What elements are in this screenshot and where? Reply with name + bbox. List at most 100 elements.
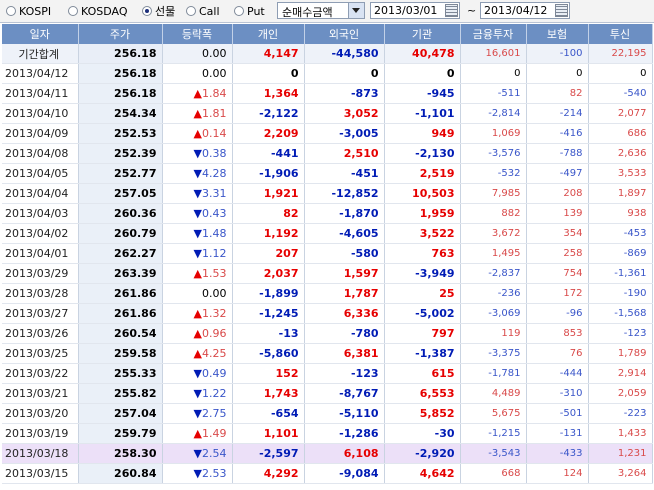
cell-investment-trust-value: 1,789 (617, 348, 647, 359)
table-row[interactable]: 2013/04/05 252.77 ▼4.28 -1,906 -451 2,519 -532… (2, 163, 653, 184)
cell-date-value: 2013/04/09 (5, 127, 69, 140)
cell-foreign-value: -580 (350, 247, 379, 260)
table-row[interactable]: 2013/03/29 263.39 ▲1.53 2,037 1,597 -3,949 -2,… (2, 263, 653, 284)
table-total-row[interactable]: 기간합계 256.18 0.00 4,147 -44,580 40,478 16,601 -1… (2, 44, 653, 64)
cell-date: 2013/04/04 (2, 183, 79, 204)
cell-price-value: 256.18 (114, 67, 157, 80)
table-row[interactable]: 2013/04/08 252.39 ▼0.38 -441 2,510 -2,130 -3,5… (2, 143, 653, 164)
cell-foreign-value: 6,336 (343, 307, 379, 320)
cell-investment-trust: 1,897 (588, 183, 653, 204)
cell-price: 261.86 (78, 283, 163, 304)
cell-change: ▼2.53 (162, 463, 233, 484)
cell-change-value: 1.84 (202, 87, 227, 100)
table-row[interactable]: 2013/04/04 257.05 ▼3.31 1,921 -12,852 10,503 7… (2, 183, 653, 204)
calendar-icon[interactable] (445, 4, 458, 17)
cell-individual-value: 1,192 (263, 227, 299, 240)
table-row[interactable]: 2013/03/15 260.84 ▼2.53 4,292 -9,084 4,642 668… (2, 463, 653, 484)
column-header-change[interactable]: 등락폭 (162, 24, 233, 44)
cell-insurance: -788 (526, 143, 589, 164)
table-row[interactable]: 2013/04/02 260.79 ▼1.48 1,192 -4,605 3,522 3,6… (2, 223, 653, 244)
cell-price: 257.04 (78, 403, 163, 424)
table-row[interactable]: 2013/04/11 256.18 ▲1.84 1,364 -873 -945 -511 82… (2, 83, 653, 104)
column-header-financial-investment[interactable]: 금융투자 (460, 24, 527, 44)
column-header-investment-trust[interactable]: 투신 (588, 24, 653, 44)
table-row[interactable]: 2013/03/27 261.86 ▲1.32 -1,245 6,336 -5,002 -3… (2, 303, 653, 324)
cell-price-value: 260.36 (114, 207, 157, 220)
cell-financial-investment: -3,375 (460, 343, 527, 364)
start-date-field[interactable]: 2013/03/01 (370, 2, 460, 19)
radio-dot-icon (234, 6, 244, 16)
cell-foreign: -780 (304, 323, 385, 344)
end-date-value: 2013/04/12 (484, 4, 548, 17)
amount-type-select[interactable]: 순매수금액 (277, 2, 365, 19)
cell-individual: 1,921 (232, 183, 305, 204)
cell-date-value: 2013/04/01 (5, 247, 69, 260)
radio-put[interactable]: Put (234, 3, 265, 19)
cell-price-value: 263.39 (114, 267, 157, 280)
end-date-field[interactable]: 2013/04/12 (480, 2, 570, 19)
cell-investment-trust: 2,914 (588, 363, 653, 384)
cell-investment-trust-value: 2,077 (617, 108, 647, 119)
cell-insurance-value: -788 (559, 148, 583, 159)
cell-change: ▼0.38 (162, 143, 233, 164)
table-row[interactable]: 2013/04/10 254.34 ▲1.81 -2,122 3,052 -1,101 -2… (2, 103, 653, 124)
cell-change: ▼4.28 (162, 163, 233, 184)
cell-change-value: 4.28 (202, 167, 227, 180)
cell-change: ▼2.75 (162, 403, 233, 424)
table-row[interactable]: 2013/04/12 256.18 0.00 0 0 0 0 0 0 (2, 63, 653, 84)
cell-foreign: -1,286 (304, 423, 385, 444)
calendar-icon[interactable] (555, 4, 568, 17)
radio-call[interactable]: Call (186, 3, 220, 19)
cell-date: 2013/03/28 (2, 283, 79, 304)
table-row[interactable]: 2013/04/09 252.53 ▲0.14 2,209 -3,005 949 1,069… (2, 123, 653, 144)
column-header-individual[interactable]: 개인 (232, 24, 305, 44)
cell-date: 2013/03/26 (2, 323, 79, 344)
table-row[interactable]: 2013/03/19 259.79 ▲1.49 1,101 -1,286 -30 -1,21… (2, 423, 653, 444)
cell-date: 2013/03/25 (2, 343, 79, 364)
column-header-insurance[interactable]: 보험 (526, 24, 589, 44)
radio-kospi[interactable]: KOSPI (6, 3, 51, 19)
table-row[interactable]: 2013/03/26 260.54 ▲0.96 -13 -780 797 119 853 -12… (2, 323, 653, 344)
cell-date-value: 2013/04/05 (5, 167, 69, 180)
column-header-price[interactable]: 주가 (78, 24, 163, 44)
cell-investment-trust-value: -190 (623, 288, 647, 299)
triangle-up-icon: ▲ (193, 327, 202, 340)
column-header-institution[interactable]: 기관 (384, 24, 461, 44)
cell-individual: 1,743 (232, 383, 305, 404)
table-row[interactable]: 2013/03/22 255.33 ▼0.49 152 -123 615 -1,781 -44… (2, 363, 653, 384)
cell-date: 2013/04/10 (2, 103, 79, 124)
cell-foreign-value: 3,052 (343, 107, 379, 120)
column-header-foreign[interactable]: 외국인 (304, 24, 385, 44)
cell-investment-trust-value: 3,533 (617, 168, 647, 179)
cell-institution-value: -1,387 (415, 347, 455, 360)
radio-futures[interactable]: 선물 (142, 3, 175, 19)
column-header-date[interactable]: 일자 (2, 24, 79, 44)
cell-financial-investment-value: 16,601 (485, 48, 521, 59)
triangle-up-icon: ▲ (193, 427, 202, 440)
chevron-down-icon[interactable] (348, 3, 364, 18)
cell-financial-investment-value: -3,069 (488, 308, 521, 319)
cell-insurance-value: -444 (559, 368, 583, 379)
radio-dot-icon (6, 6, 16, 16)
table-row[interactable]: 2013/03/21 255.82 ▼1.22 1,743 -8,767 6,553 4,4… (2, 383, 653, 404)
radio-kosdaq[interactable]: KOSDAQ (68, 3, 128, 19)
cell-date-value: 2013/03/18 (5, 447, 69, 460)
cell-investment-trust: 1,433 (588, 423, 653, 444)
table-row[interactable]: 2013/03/25 259.58 ▲4.25 -5,860 6,381 -1,387 -3… (2, 343, 653, 364)
table-row[interactable]: 2013/03/18 258.30 ▼2.54 -2,597 6,108 -2,920 -3… (2, 443, 653, 464)
cell-institution-value: 5,852 (419, 407, 455, 420)
table-row[interactable]: 2013/04/01 262.27 ▼1.12 207 -580 763 1,495 258 -… (2, 243, 653, 264)
cell-change-value: 0.38 (202, 147, 227, 160)
table-row[interactable]: 2013/04/03 260.36 ▼0.43 82 -1,870 1,959 882 139… (2, 203, 653, 224)
cell-individual-value: -2,597 (259, 447, 299, 460)
cell-date-value: 2013/04/08 (5, 147, 69, 160)
cell-price: 262.27 (78, 243, 163, 264)
cell-individual-value: 2,209 (263, 127, 299, 140)
cell-investment-trust-value: 22,195 (611, 48, 647, 59)
cell-financial-investment: -2,837 (460, 263, 527, 284)
cell-date: 2013/03/19 (2, 423, 79, 444)
table-row[interactable]: 2013/03/28 261.86 0.00 -1,899 1,787 25 -236 172… (2, 283, 653, 304)
cell-foreign: -5,110 (304, 403, 385, 424)
table-row[interactable]: 2013/03/20 257.04 ▼2.75 -654 -5,110 5,852 5,67… (2, 403, 653, 424)
cell-insurance: -433 (526, 443, 589, 464)
